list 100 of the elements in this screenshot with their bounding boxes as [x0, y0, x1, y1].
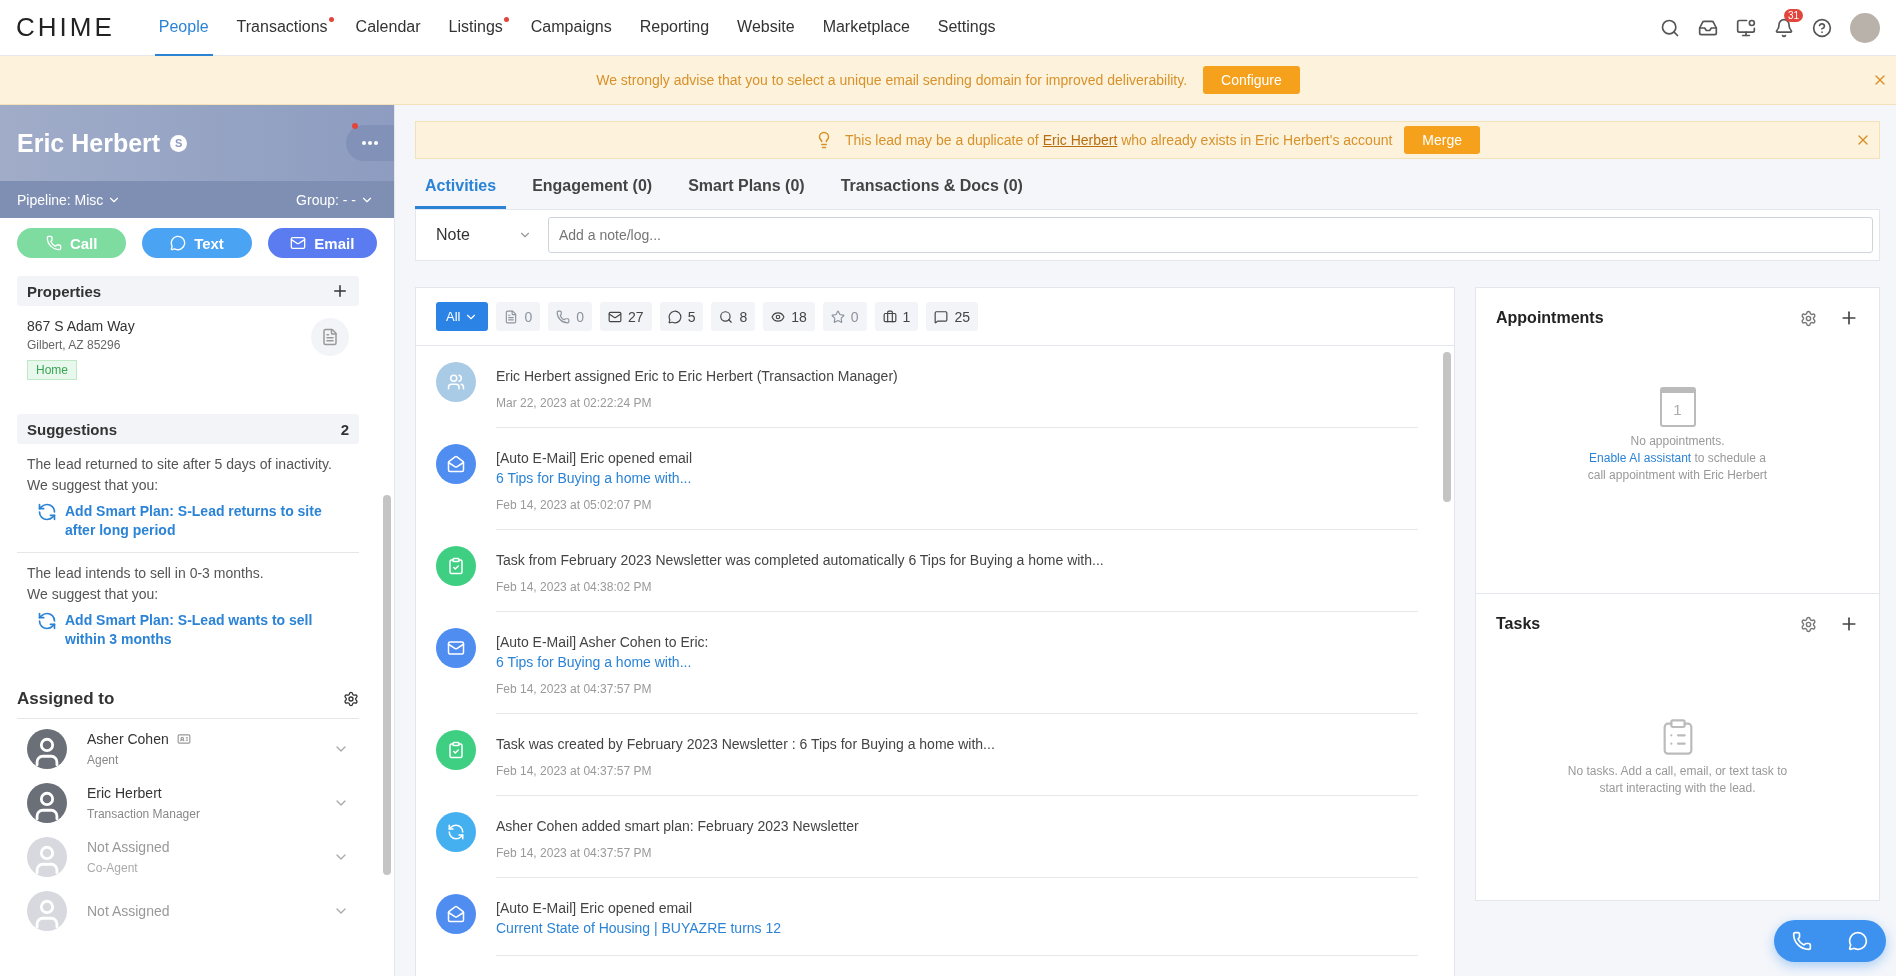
person-name: Eric Herbert: [87, 785, 162, 801]
pipeline-select[interactable]: Pipeline: Misc: [17, 191, 122, 208]
activity-time: Feb 14, 2023 at 04:37:57 PM: [496, 764, 653, 778]
eye-icon: [771, 309, 786, 324]
cycle-arrows-icon: [37, 611, 57, 631]
empty-message: No appointments. Enable AI assistant to schedule a call appointment with Eric Herbert: [1587, 433, 1768, 484]
person-silhouette: [27, 837, 67, 877]
activity-link[interactable]: 6 Tips for Buying a home with...: [496, 652, 1418, 672]
merge-button[interactable]: Merge: [1404, 126, 1481, 154]
nav-tab[interactable]: Marketplace: [818, 0, 914, 56]
person-name: Not Assigned: [87, 903, 170, 919]
scrollbar[interactable]: [1443, 352, 1451, 502]
nav-tab[interactable]: Transactions: [232, 0, 332, 56]
search-icon[interactable]: [1660, 17, 1680, 38]
nav-tab[interactable]: Calendar: [351, 0, 425, 56]
suggestion-text: The lead intends to sell in 0-3 months.: [27, 564, 265, 583]
all-filter-button[interactable]: All: [436, 302, 489, 331]
activity-time: Feb 14, 2023 at 04:37:57 PM: [496, 846, 653, 860]
group-select[interactable]: Group: - -: [296, 191, 374, 208]
search-icon: [719, 309, 734, 324]
section-title: Assigned to: [17, 688, 115, 709]
more-button[interactable]: [346, 125, 394, 161]
clipboard-check-icon: [436, 730, 476, 770]
duplicate-text: This lead may be a duplicate of Eric Herbert who already exists in Eric Herbert's account: [844, 132, 1393, 148]
section-title: Properties: [27, 282, 102, 300]
logo: CHIME: [16, 12, 115, 43]
lead-link[interactable]: Eric Herbert: [1042, 132, 1118, 148]
suggestion-text: The lead returned to site after 5 days of inactivity.: [27, 455, 333, 474]
enable-ai-link[interactable]: Enable AI assistant: [1589, 451, 1692, 465]
activity-text: Task was created by February 2023 Newsletter : 6 Tips for Buying a home with...: [496, 735, 996, 754]
chat-bubble-icon: [170, 235, 187, 251]
nav-tab[interactable]: Reporting: [635, 0, 714, 56]
phone-icon: [556, 309, 571, 324]
filter-chip[interactable]: 27: [600, 302, 652, 331]
briefcase-icon: [882, 309, 897, 324]
document-icon[interactable]: [311, 318, 349, 356]
property-tag: Home: [27, 360, 77, 380]
open-envelope-icon: [436, 894, 476, 934]
card-title: Appointments: [1496, 309, 1604, 327]
settings-icon[interactable]: [343, 690, 359, 707]
lead-name: Eric Herbert: [17, 128, 161, 158]
open-envelope-icon: [436, 444, 476, 484]
nav-tab[interactable]: Listings: [444, 0, 507, 56]
person-name: Not Assigned: [87, 839, 170, 855]
activity-time: Feb 14, 2023 at 05:02:07 PM: [496, 498, 653, 512]
activity-text: [Auto E-Mail] Eric opened email: [496, 449, 694, 468]
scrollbar[interactable]: [383, 495, 391, 875]
tab[interactable]: Engagement (0): [522, 165, 663, 209]
clipboard-check-icon: [436, 546, 476, 586]
chat-bubble-icon: [667, 309, 682, 324]
property-city: Gilbert, AZ 85296: [27, 338, 122, 352]
suggestion-count: 2: [340, 420, 349, 438]
note-type-select[interactable]: Note: [436, 226, 532, 244]
activity-time: Feb 14, 2023 at 04:37:57 PM: [496, 682, 653, 696]
source-badge: S: [170, 134, 188, 152]
card-title: Tasks: [1496, 615, 1541, 633]
activity-link[interactable]: 6 Tips for Buying a home with...: [496, 468, 1418, 488]
star-icon: [830, 309, 845, 324]
chat-bubble-icon[interactable]: [1848, 931, 1868, 951]
person-role: Agent: [87, 753, 120, 767]
filter-chip[interactable]: 5: [659, 302, 704, 331]
nav-tab[interactable]: Campaigns: [526, 0, 616, 56]
phone-icon[interactable]: [1792, 931, 1812, 951]
activity-text: Task from February 2023 Newsletter was completed automatically 6 Tips for Buying a home with...: [496, 551, 1105, 570]
envelope-icon: [436, 628, 476, 668]
filter-chip[interactable]: 25: [926, 302, 978, 331]
notification-count: 31: [1784, 8, 1804, 22]
avatar: [27, 729, 67, 769]
activity-link[interactable]: Current State of Housing | BUYAZRE turns 12: [496, 918, 1418, 938]
person-name: Asher Cohen: [87, 731, 169, 747]
suggestion-prompt: We suggest that you:: [27, 585, 160, 604]
more-icon: [362, 141, 378, 145]
message-icon: [934, 309, 949, 324]
smart-plan-link[interactable]: Add Smart Plan: S-Lead returns to site after long period: [37, 502, 349, 540]
nav-tab[interactable]: Website: [733, 0, 799, 56]
activity-time: Mar 22, 2023 at 02:22:24 PM: [496, 396, 653, 410]
activity-text: Asher Cohen added smart plan: February 2023 Newsletter: [496, 817, 860, 836]
empty-message: No tasks. Add a call, email, or text task to start interacting with the lead.: [1567, 763, 1788, 797]
activity-text: [Auto E-Mail] Asher Cohen to Eric:: [496, 633, 710, 652]
cycle-arrows-icon: [37, 502, 57, 522]
email-button[interactable]: Email: [267, 228, 377, 258]
user-avatar[interactable]: [1850, 12, 1880, 43]
section-title: Suggestions: [27, 420, 117, 438]
smart-plan-link[interactable]: Add Smart Plan: S-Lead wants to sell within 3 months: [37, 611, 349, 649]
people-icon: [436, 362, 476, 402]
filter-chip[interactable]: 8: [711, 302, 756, 331]
filter-chip[interactable]: 1: [874, 302, 919, 331]
add-icon[interactable]: [331, 282, 349, 300]
filter-chip[interactable]: 18: [763, 302, 815, 331]
tab[interactable]: Transactions & Docs (0): [830, 165, 1033, 209]
text-button[interactable]: Text: [142, 228, 252, 258]
bell-icon[interactable]: [1774, 17, 1794, 38]
note-input[interactable]: Add a note/log...: [548, 217, 1873, 253]
activity-text: [Auto E-Mail] Eric opened email: [496, 899, 694, 918]
property-address: 867 S Adam Way: [27, 318, 135, 334]
configure-button[interactable]: Configure: [1203, 66, 1300, 94]
nav-tab[interactable]: Settings: [933, 0, 1000, 56]
cycle-arrows-icon: [436, 812, 476, 852]
tab[interactable]: Smart Plans (0): [678, 165, 815, 209]
help-icon[interactable]: [1812, 17, 1832, 38]
